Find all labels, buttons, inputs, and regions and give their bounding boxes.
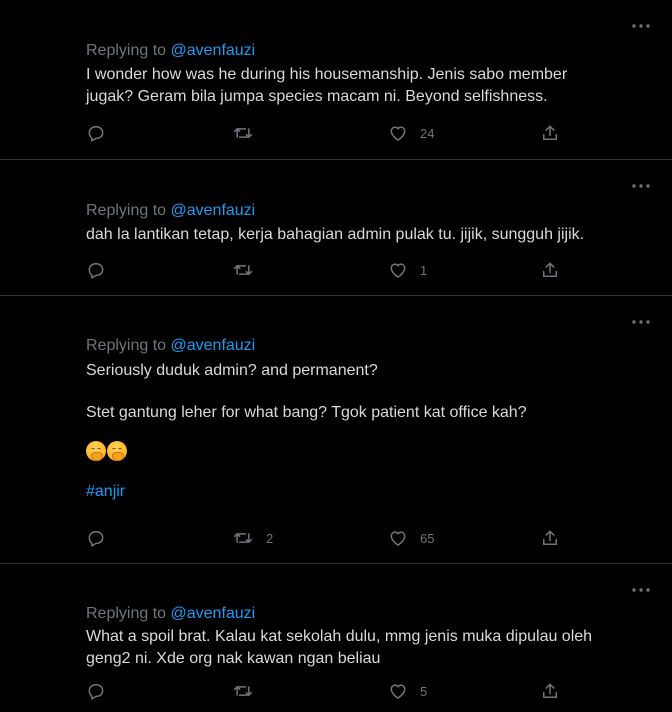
replying-to-line: Replying to @avenfauzi [86,202,256,219]
like-count: 1 [420,262,428,278]
share-button[interactable] [540,122,560,144]
share-icon [543,530,557,545]
tweet-text: What a spoil brat. Kalau kat sekolah dul… [86,628,593,667]
face-with-hand-over-mouth-emoji [107,441,127,461]
heart-icon [390,531,406,546]
retweet-icon [233,128,253,138]
tweet[interactable]: Replying to @avenfauzi I wonder how was … [0,0,672,160]
face-with-hand-over-mouth-emoji [86,441,106,461]
tweet-actions: 1 [86,259,566,281]
retweet-icon [233,686,253,696]
more-horizontal-icon [632,24,650,28]
retweet-button[interactable] [232,680,266,702]
reply-bubble-icon [88,126,104,142]
more-options-button[interactable] [630,18,652,34]
like-count: 65 [420,530,435,546]
like-button[interactable]: 5 [388,680,427,702]
more-options-button[interactable] [630,314,652,330]
retweet-button[interactable] [232,122,266,144]
reply-handle-link[interactable]: @avenfauzi [171,202,256,219]
tweet-actions: 24 [86,122,566,144]
reply-bubble-icon [88,684,104,700]
like-button[interactable]: 24 [388,122,434,144]
retweet-button[interactable]: 2 [232,527,273,549]
retweet-count: 2 [266,530,274,546]
share-button[interactable] [540,527,560,549]
more-options-button[interactable] [630,582,652,598]
like-button[interactable]: 1 [388,259,427,281]
tweet-actions: 2 65 [86,527,566,549]
reply-button[interactable] [86,680,106,702]
replying-to-line: Replying to @avenfauzi [86,337,256,354]
retweet-icon [233,533,253,543]
hashtag-link[interactable]: #anjir [86,481,652,503]
reply-bubble-icon [88,263,104,279]
reply-handle-link[interactable]: @avenfauzi [171,337,256,354]
share-icon [543,125,557,140]
replying-to-line: Replying to @avenfauzi [86,605,256,622]
like-count: 5 [420,683,428,699]
share-button[interactable] [540,680,560,702]
more-horizontal-icon [632,588,650,592]
tweet[interactable]: Replying to @avenfauzi dah la lantikan t… [0,160,672,296]
reply-button[interactable] [86,122,106,144]
reply-button[interactable] [86,259,106,281]
tweet-text: dah la lantikan tetap, kerja bahagian ad… [86,226,585,243]
heart-icon [390,263,406,278]
heart-icon [390,126,406,141]
share-button[interactable] [540,259,560,281]
reply-button[interactable] [86,527,106,549]
emoji-row [86,439,652,463]
like-button[interactable]: 65 [388,527,434,549]
tweet-text: Seriously duduk admin? and permanent? St… [86,362,527,421]
more-horizontal-icon [632,320,650,324]
share-icon [543,683,557,698]
more-horizontal-icon [632,184,650,188]
reply-handle-link[interactable]: @avenfauzi [171,42,256,59]
replying-to-line: Replying to @avenfauzi [86,42,256,59]
share-icon [543,262,557,277]
tweet-text: I wonder how was he during his housemans… [86,66,568,105]
reply-bubble-icon [88,531,104,547]
retweet-icon [233,265,253,275]
tweet[interactable]: Replying to @avenfauzi What a spoil brat… [0,564,672,712]
tweet[interactable]: Replying to @avenfauzi Seriously duduk a… [0,296,672,564]
tweet-actions: 5 [86,680,566,702]
more-options-button[interactable] [630,178,652,194]
retweet-button[interactable] [232,259,266,281]
reply-handle-link[interactable]: @avenfauzi [171,605,256,622]
heart-icon [390,684,406,699]
like-count: 24 [420,125,435,141]
